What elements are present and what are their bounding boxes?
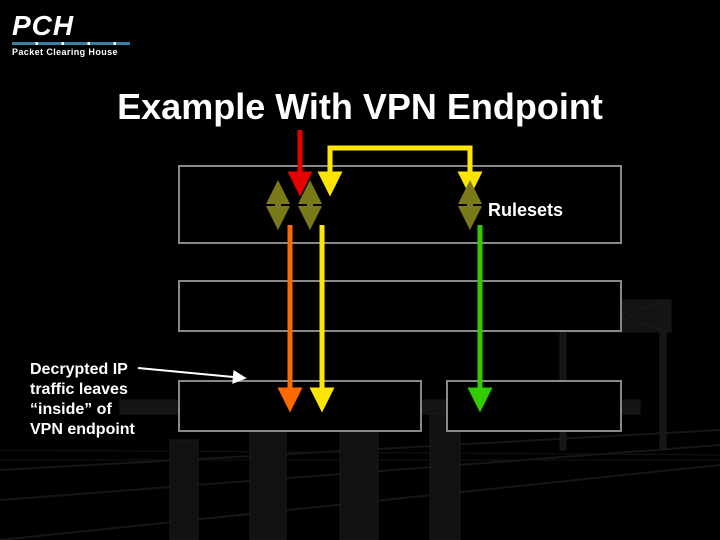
vpn-endpoint-box	[178, 280, 622, 332]
logo-bar	[12, 42, 130, 45]
logo: PCH Packet Clearing House	[12, 12, 130, 57]
inside-left-box	[178, 380, 422, 432]
logo-subtitle: Packet Clearing House	[12, 47, 130, 57]
caption-line: VPN endpoint	[30, 421, 135, 438]
caption-line: “inside” of	[30, 401, 112, 418]
background-silhouette	[0, 0, 720, 540]
inside-right-box	[446, 380, 622, 432]
rulesets-label: Rulesets	[488, 200, 563, 221]
decrypted-caption: Decrypted IP traffic leaves “inside” of …	[30, 360, 160, 440]
logo-text: PCH	[12, 12, 130, 40]
caption-line: Decrypted IP	[30, 361, 128, 378]
caption-line: traffic leaves	[30, 381, 128, 398]
slide-title: Example With VPN Endpoint	[0, 86, 720, 128]
